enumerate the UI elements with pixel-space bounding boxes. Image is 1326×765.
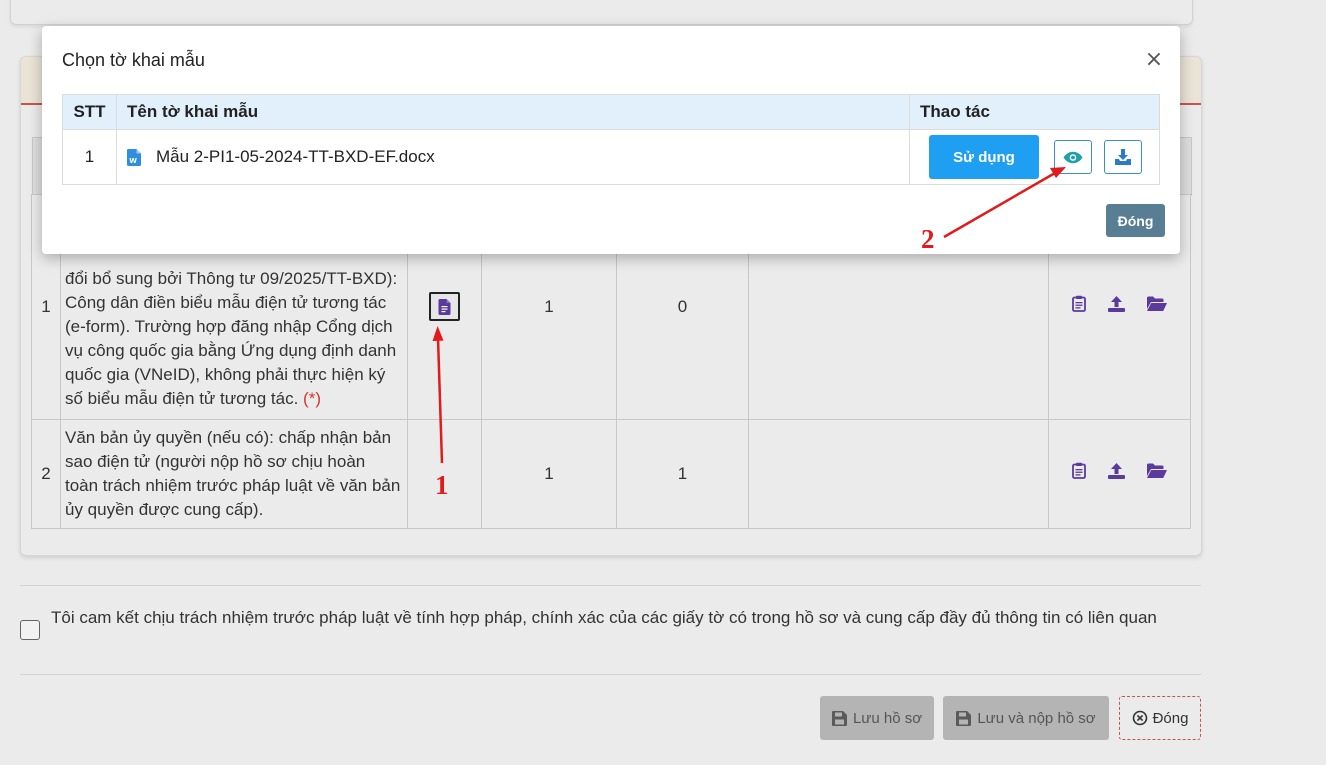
- header-stt: STT: [62, 94, 117, 130]
- word-doc-icon: W: [127, 148, 141, 166]
- download-icon: [1115, 149, 1131, 165]
- modal-title: Chọn tờ khai mẫu: [62, 50, 205, 70]
- svg-text:W: W: [129, 157, 137, 165]
- eye-icon: [1063, 151, 1083, 163]
- template-actions: Sử dụng: [909, 129, 1160, 185]
- download-template-button[interactable]: [1104, 140, 1142, 174]
- annotation-label-2: 2: [921, 224, 935, 254]
- table-row: 1 W Mẫu 2-PI1-05-2024-TT-BXD-EF.docx Sử …: [62, 129, 1160, 185]
- template-modal: Chọn tờ khai mẫu × STT Tên tờ khai mẫu T…: [42, 26, 1180, 254]
- template-table-header: STT Tên tờ khai mẫu Thao tác: [62, 94, 1160, 130]
- template-stt: 1: [62, 129, 117, 185]
- use-template-button[interactable]: Sử dụng: [929, 135, 1039, 179]
- header-template-name: Tên tờ khai mẫu: [116, 94, 910, 130]
- header-actions: Thao tác: [909, 94, 1160, 130]
- view-template-button[interactable]: [1054, 140, 1092, 174]
- annotation-label-1: 1: [435, 470, 449, 500]
- template-table: STT Tên tờ khai mẫu Thao tác 1 W Mẫu 2-P…: [62, 94, 1160, 185]
- modal-close-icon[interactable]: ×: [1143, 47, 1165, 73]
- modal-close-button[interactable]: Đóng: [1106, 204, 1165, 237]
- template-file-name: Mẫu 2-PI1-05-2024-TT-BXD-EF.docx: [156, 147, 435, 166]
- template-name-cell: W Mẫu 2-PI1-05-2024-TT-BXD-EF.docx: [116, 129, 910, 185]
